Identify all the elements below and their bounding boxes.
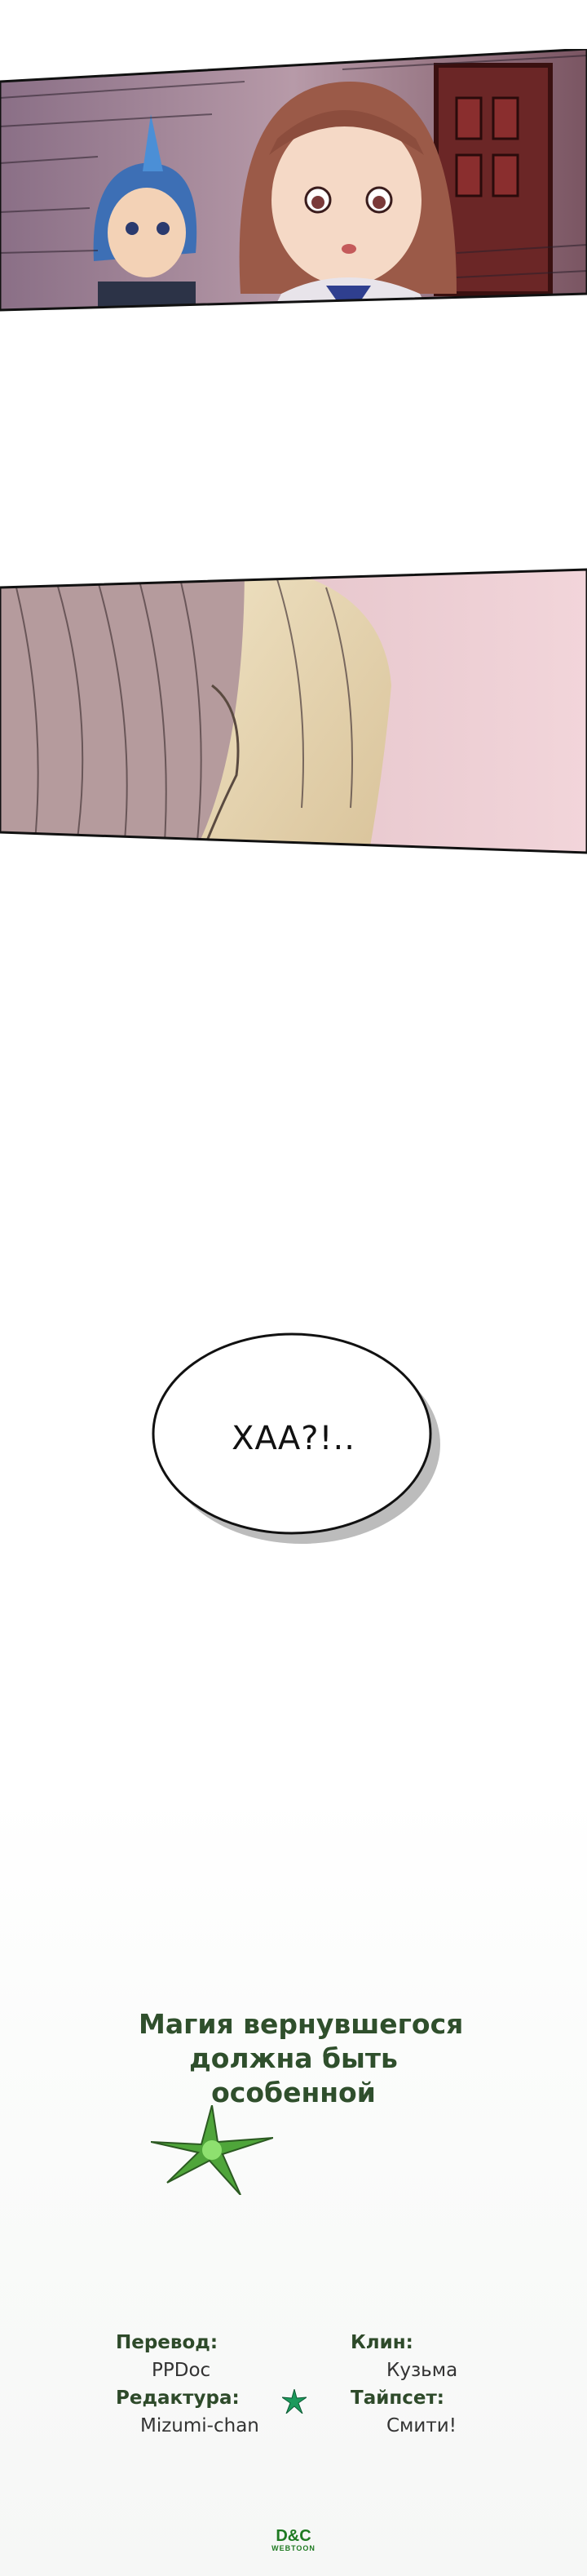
- logo-sub-text: WEBTOON: [271, 2544, 316, 2552]
- credit-editing-value: Mizumi-chan: [140, 2415, 259, 2436]
- speech-bubble-text: ХАА?!..: [232, 1420, 355, 1457]
- credit-translation-value: PPDoc: [152, 2360, 211, 2381]
- panel-characters: [0, 49, 587, 318]
- credit-cleaning-label: Клин:: [351, 2332, 413, 2353]
- panel-characters-art: [0, 49, 587, 312]
- credit-typesetting-label: Тайпсет:: [351, 2388, 444, 2409]
- credit-editing-label: Редактура:: [116, 2388, 240, 2409]
- credit-cleaning-value: Кузьма: [386, 2360, 458, 2381]
- small-star-icon: [282, 2389, 307, 2414]
- publisher-logo: D&C WEBTOON: [269, 2528, 318, 2552]
- title-line-2: должна быть: [189, 2042, 398, 2074]
- credits-series-title: Магия вернувшегося должна быть особенной: [139, 2007, 464, 2110]
- logo-main-text: D&C: [276, 2527, 311, 2545]
- manga-page: ХАА?!.. Магия вернувшегося должна быть о…: [0, 0, 587, 2576]
- title-line-1: Магия вернувшегося: [139, 2008, 464, 2040]
- panel-hair-art: [0, 568, 587, 854]
- green-star-icon: [151, 2105, 273, 2195]
- credit-translation-label: Перевод:: [116, 2332, 218, 2353]
- panel-hair-closeup: [0, 563, 587, 865]
- speech-bubble: ХАА?!..: [143, 1297, 444, 1558]
- credit-typesetting-value: Смити!: [386, 2415, 457, 2436]
